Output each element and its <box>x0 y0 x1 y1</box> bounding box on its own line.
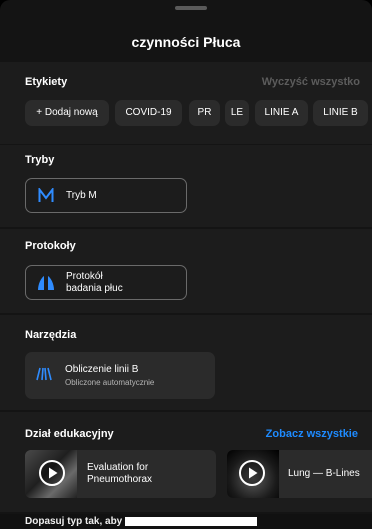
clear-all-button[interactable]: Wyczyść wszystko <box>262 76 360 88</box>
play-icon[interactable] <box>39 460 65 486</box>
tools-heading: Narzędzia <box>25 329 77 341</box>
bottom-partial-text: Dopasuj typ tak, aby <box>25 516 123 527</box>
bottom-partial-row: Dopasuj typ tak, aby <box>0 514 372 529</box>
text-field[interactable] <box>125 517 257 526</box>
mode-m-label: Tryb M <box>66 190 97 201</box>
lungs-icon <box>38 276 54 290</box>
b-lines-tool-card[interactable]: Obliczenie linii B Obliczone automatyczn… <box>25 352 215 399</box>
label-chip-le[interactable]: LE <box>225 100 249 126</box>
sheet-title: czynności Płuca <box>131 34 241 50</box>
education-card-b-lines[interactable]: Lung — B-Lines <box>227 450 372 498</box>
play-icon[interactable] <box>239 460 265 486</box>
tool-subtitle: Obliczone automatycznie <box>65 378 155 387</box>
education-card-pneumothorax[interactable]: Evaluation for Pneumothorax <box>25 450 216 498</box>
tool-title: Obliczenie linii B <box>65 364 139 375</box>
label-chip-covid[interactable]: COVID-19 <box>115 100 182 126</box>
lung-protocol-button[interactable]: Protokół badania płuc <box>25 265 187 300</box>
label-chip-pr[interactable]: PR <box>189 100 220 126</box>
letter-m-icon <box>38 188 54 202</box>
protocols-section: Protokoły Protokół badania płuc <box>0 229 372 313</box>
modes-heading: Tryby <box>25 154 55 166</box>
tools-section: Narzędzia Obliczenie linii B Obliczone a… <box>0 315 372 410</box>
mode-m-button[interactable]: Tryb M <box>25 178 187 213</box>
education-heading: Dział edukacyjny <box>25 428 114 440</box>
protocol-label-line1: Protokół <box>66 271 103 282</box>
sheet-grabber[interactable] <box>175 6 207 10</box>
see-all-link[interactable]: Zobacz wszystkie <box>266 428 358 440</box>
education-title: Lung — B-Lines <box>288 468 360 479</box>
education-title-line2: Pneumothorax <box>87 474 153 485</box>
b-lines-icon <box>36 367 52 381</box>
protocol-label-line2: badania płuc <box>66 283 123 294</box>
label-chip-linie-b[interactable]: LINIE B <box>313 100 368 126</box>
education-title-line1: Evaluation for <box>87 462 149 473</box>
bottom-sheet: czynności Płuca Etykiety Wyczyść wszystk… <box>0 0 372 529</box>
label-chip-linie-a[interactable]: LINIE A <box>255 100 308 126</box>
protocols-heading: Protokoły <box>25 240 76 252</box>
labels-heading: Etykiety <box>25 76 68 88</box>
add-label-chip[interactable]: + Dodaj nową <box>25 100 109 126</box>
modes-section: Tryby Tryb M <box>0 145 372 227</box>
